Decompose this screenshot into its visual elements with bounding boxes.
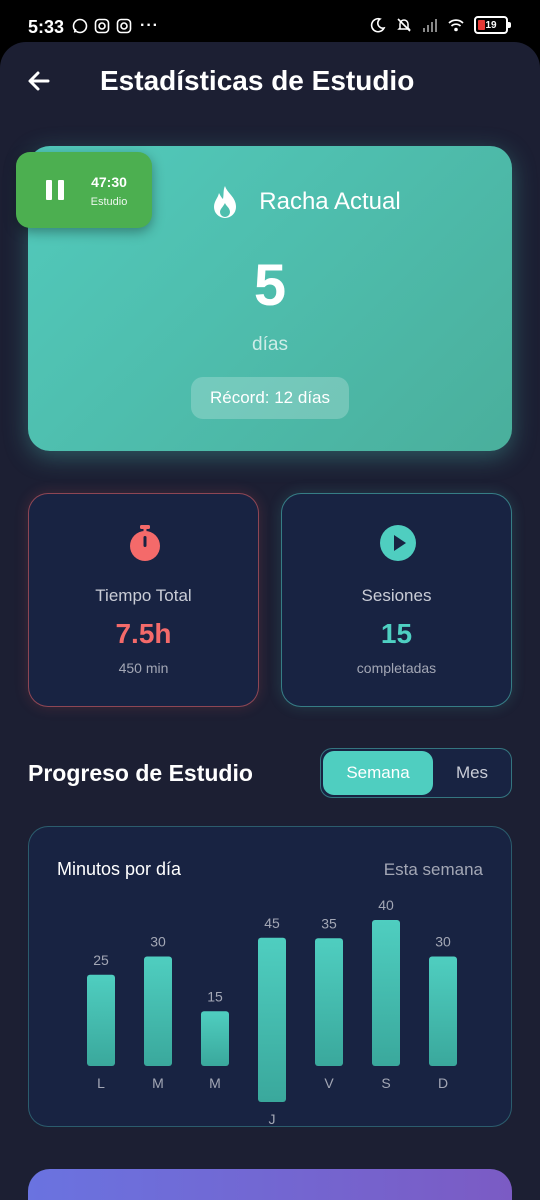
total-time-card: Tiempo Total 7.5h 450 min <box>28 493 259 707</box>
bar-value-label: 15 <box>207 988 223 1004</box>
bar-value-label: 35 <box>321 915 337 931</box>
bar-1 <box>144 956 172 1066</box>
timer-time: 47:30 <box>91 174 127 190</box>
back-button[interactable] <box>22 64 56 98</box>
stopwatch-icon <box>130 525 160 561</box>
bar-value-label: 30 <box>435 934 451 950</box>
bar-value-label: 40 <box>378 897 394 913</box>
instagram-icon <box>116 18 132 34</box>
bar-4 <box>315 938 343 1066</box>
sessions-card: Sesiones 15 completadas <box>281 493 512 707</box>
pause-icon <box>46 180 64 200</box>
bar-value-label: 45 <box>264 915 280 931</box>
bar-value-label: 30 <box>150 934 166 950</box>
toggle-week[interactable]: Semana <box>323 751 433 795</box>
bar-0 <box>87 974 115 1066</box>
whatsapp-icon <box>72 18 88 34</box>
sessions-value: 15 <box>380 618 413 649</box>
battery-level: 19 <box>485 19 497 31</box>
fire-icon <box>214 186 237 218</box>
day-label: D <box>438 1075 448 1091</box>
total-time-minutes: 450 min <box>118 660 169 676</box>
arrow-left-icon <box>28 71 50 91</box>
day-label: S <box>381 1075 390 1091</box>
bar-value-label: 25 <box>93 952 109 968</box>
toggle-month[interactable]: Mes <box>435 751 509 795</box>
instagram-icon <box>94 18 110 34</box>
streak-unit: días <box>252 334 288 355</box>
streak-value: 5 <box>253 253 287 318</box>
sessions-sub: completadas <box>356 660 437 676</box>
moon-icon <box>370 17 386 33</box>
app-screen: Estadísticas de Estudio Racha Actual 5 d… <box>0 42 540 1200</box>
bar-2 <box>201 1011 229 1066</box>
status-time: 5:33 <box>28 17 65 37</box>
wifi-icon <box>448 19 464 32</box>
bar-6 <box>429 956 457 1066</box>
summary-card <box>28 1169 512 1200</box>
minutes-bar-chart: 25 L 30 M 15 M 45 J 35 V 40 S 30 D <box>87 897 457 1127</box>
page-title: Estadísticas de Estudio <box>100 65 415 96</box>
system-icons: 19 <box>370 16 511 34</box>
streak-title: Racha Actual <box>259 188 401 215</box>
study-timer-button[interactable]: 47:30 Estudio <box>16 152 152 228</box>
day-label: J <box>269 1111 276 1127</box>
record-badge: Récord: 12 días <box>191 377 349 419</box>
notification-icons: ··· <box>72 18 159 34</box>
bar-5 <box>372 920 400 1066</box>
battery-icon: 19 <box>474 16 511 34</box>
bar-3 <box>258 937 286 1102</box>
day-label: L <box>97 1075 105 1091</box>
timer-label: Estudio <box>90 196 128 208</box>
mute-icon <box>397 18 411 32</box>
sessions-label: Sesiones <box>361 586 432 605</box>
more-notifications-icon: ··· <box>140 17 159 34</box>
day-label: M <box>209 1075 221 1091</box>
progress-title: Progreso de Estudio <box>28 760 253 786</box>
day-label: M <box>152 1075 164 1091</box>
day-label: V <box>324 1075 334 1091</box>
play-circle-icon <box>380 525 416 561</box>
total-time-value: 7.5h <box>115 618 172 649</box>
period-toggle: Semana Mes <box>320 748 512 798</box>
signal-icon <box>423 19 437 32</box>
chart-card: Minutos por día Esta semana 25 L 30 M 15 M 45 J… <box>28 826 512 1127</box>
total-time-label: Tiempo Total <box>95 586 192 605</box>
